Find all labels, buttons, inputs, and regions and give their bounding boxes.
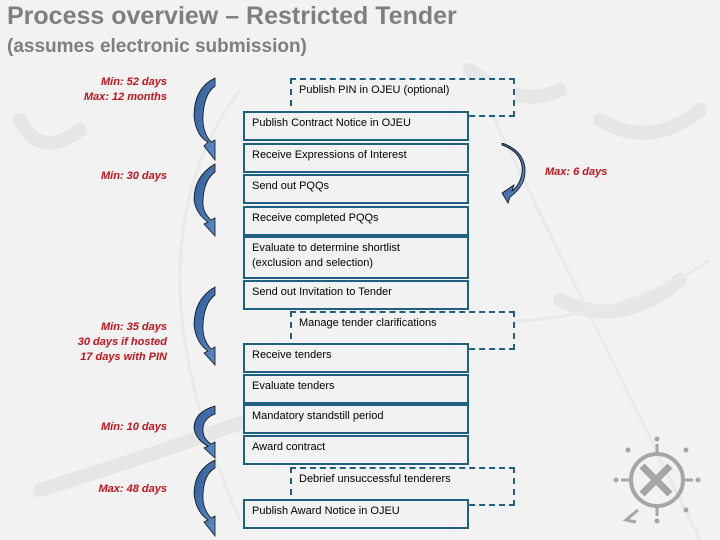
step-evaluate-tenders: Evaluate tenders (243, 374, 469, 404)
curved-arrow-icon (501, 143, 526, 204)
step-label: Debrief unsuccessful tenderers (299, 473, 451, 485)
note-line: Max: 6 days (545, 166, 608, 178)
note-pin-duration: Min: 52 days Max: 12 months (84, 75, 167, 105)
step-label: Evaluate to determine shortlist (252, 242, 400, 254)
step-label: Receive completed PQQs (252, 212, 379, 224)
step-label: Receive tenders (252, 349, 332, 361)
step-receive-tenders: Receive tenders (243, 343, 469, 373)
step-label: Send out Invitation to Tender (252, 286, 392, 298)
note-line: Min: 35 days (100, 321, 167, 333)
page-title: Process overview – Restricted Tender (7, 2, 457, 30)
step-receive-eoi: Receive Expressions of Interest (243, 143, 469, 173)
step-label: Publish Contract Notice in OJEU (252, 117, 411, 129)
note-line: Max: 48 days (98, 483, 167, 495)
note-eoi-duration: Min: 30 days (101, 169, 167, 184)
step-label: Manage tender clarifications (299, 317, 437, 329)
curved-arrow-icon (193, 286, 216, 367)
step-label: Send out PQQs (252, 180, 330, 192)
step-label: Publish Award Notice in OJEU (252, 505, 400, 517)
note-line: 17 days with PIN (80, 351, 167, 363)
curved-arrow-icon (193, 163, 216, 238)
step-label: (exclusion and selection) (252, 257, 374, 269)
note-line: Max: 12 months (83, 91, 167, 103)
curved-arrow-icon (193, 459, 216, 538)
note-line: Min: 10 days (100, 421, 167, 433)
step-publish-award-notice: Publish Award Notice in OJEU (243, 499, 469, 529)
step-award-contract: Award contract (243, 435, 469, 465)
step-label: Award contract (252, 441, 326, 453)
step-label: Mandatory standstill period (252, 410, 384, 422)
note-standstill-duration: Min: 10 days (101, 420, 167, 435)
step-receive-pqqs: Receive completed PQQs (243, 206, 469, 236)
note-line: Min: 30 days (100, 170, 167, 182)
note-tender-duration: Min: 35 days 30 days if hosted 17 days w… (78, 320, 167, 365)
step-label: Publish PIN in OJEU (optional) (299, 84, 450, 96)
step-send-pqqs: Send out PQQs (243, 174, 469, 204)
compass-logo-icon (613, 436, 701, 524)
note-award-duration: Max: 48 days (99, 482, 167, 497)
step-label: Evaluate tenders (252, 380, 335, 392)
step-standstill-period: Mandatory standstill period (243, 404, 469, 434)
step-label: Receive Expressions of Interest (252, 149, 407, 161)
step-send-itt: Send out Invitation to Tender (243, 280, 469, 310)
curved-arrow-icon (193, 405, 216, 459)
note-line: Min: 52 days (100, 76, 167, 88)
note-pqq-duration: Max: 6 days (545, 165, 607, 180)
step-publish-contract-notice: Publish Contract Notice in OJEU (243, 111, 469, 141)
note-line: 30 days if hosted (77, 336, 167, 348)
page-subtitle: (assumes electronic submission) (7, 36, 307, 57)
curved-arrow-icon (193, 77, 216, 162)
step-evaluate-shortlist: Evaluate to determine shortlist (exclusi… (243, 236, 469, 279)
